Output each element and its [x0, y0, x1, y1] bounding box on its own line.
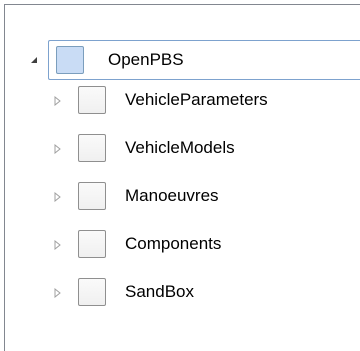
- tree-node-label: VehicleModels: [125, 138, 235, 157]
- tree-view-panel: OpenPBS VehicleParameters VehicleModels: [0, 0, 360, 351]
- tree-node-vehiclemodels[interactable]: VehicleModels: [0, 130, 360, 178]
- triangle-collapsed-icon[interactable]: [53, 192, 63, 202]
- node-checkbox[interactable]: [78, 86, 106, 114]
- node-checkbox[interactable]: [78, 182, 106, 210]
- node-checkbox[interactable]: [78, 230, 106, 258]
- tree-node-label: Components: [125, 234, 222, 253]
- triangle-collapsed-icon[interactable]: [53, 96, 63, 106]
- selection-highlight: [48, 40, 360, 80]
- tree-view: OpenPBS VehicleParameters VehicleModels: [0, 40, 360, 322]
- tree-node-label: Manoeuvres: [125, 186, 219, 205]
- tree-node-label: SandBox: [125, 282, 194, 301]
- node-checkbox[interactable]: [78, 134, 106, 162]
- tree-node-manoeuvres[interactable]: Manoeuvres: [0, 178, 360, 226]
- triangle-expanded-icon[interactable]: [29, 55, 39, 65]
- tree-node-sandbox[interactable]: SandBox: [0, 274, 360, 322]
- tree-node-components[interactable]: Components: [0, 226, 360, 274]
- tree-node-vehicleparameters[interactable]: VehicleParameters: [0, 82, 360, 130]
- tree-node-label: OpenPBS: [108, 50, 184, 69]
- tree-node-openpbs[interactable]: OpenPBS: [0, 40, 360, 82]
- triangle-collapsed-icon[interactable]: [53, 144, 63, 154]
- triangle-collapsed-icon[interactable]: [53, 240, 63, 250]
- triangle-collapsed-icon[interactable]: [53, 288, 63, 298]
- tree-node-label: VehicleParameters: [125, 90, 268, 109]
- node-checkbox[interactable]: [56, 46, 84, 74]
- node-checkbox[interactable]: [78, 278, 106, 306]
